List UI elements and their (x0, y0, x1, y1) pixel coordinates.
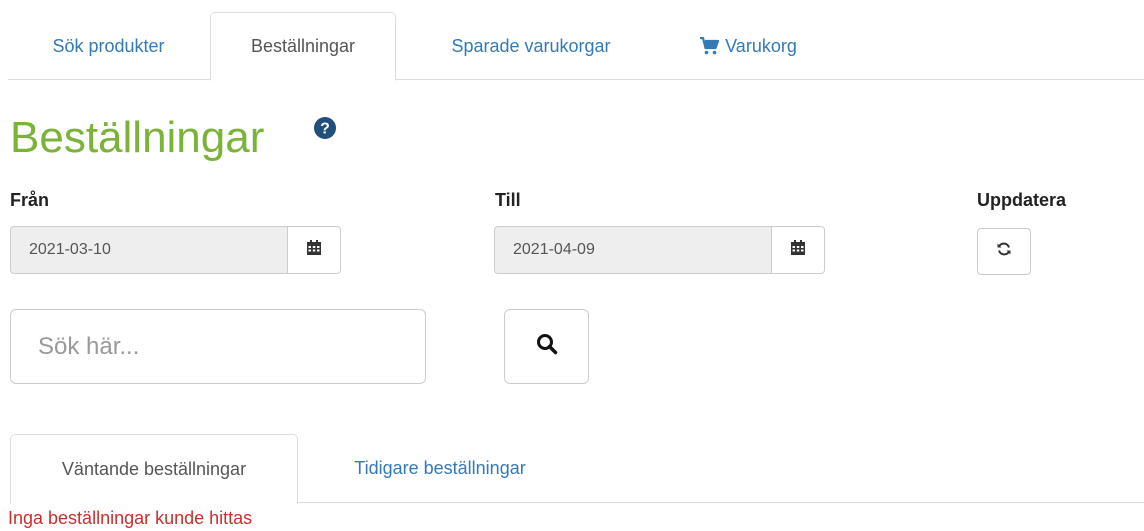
to-calendar-button[interactable] (771, 226, 825, 274)
tab-label: Sparade varukorgar (451, 35, 611, 56)
tab-cart[interactable]: Varukorg (668, 12, 828, 80)
refresh-button[interactable] (977, 228, 1031, 275)
to-date-group: 2021-04-09 (494, 226, 825, 274)
tab-pending-orders[interactable]: Väntande beställningar (10, 434, 298, 504)
question-circle-icon[interactable]: ? (313, 116, 337, 140)
tab-label: Sök produkter (52, 35, 165, 56)
tab-label: Väntande beställningar (61, 458, 247, 479)
to-label: Till (495, 190, 521, 210)
no-orders-message: Inga beställningar kunde hittas (8, 508, 253, 528)
order-tabs: Väntande beställningar Tidigare beställn… (10, 434, 1144, 504)
calendar-icon (791, 240, 805, 260)
svg-text:?: ? (320, 121, 330, 138)
tab-search-products[interactable]: Sök produkter (8, 12, 209, 80)
tab-label: Beställningar (250, 36, 356, 56)
shopping-cart-icon (699, 37, 720, 55)
tab-saved-carts[interactable]: Sparade varukorgar (406, 12, 656, 80)
from-date-input[interactable]: 2021-03-10 (10, 226, 287, 274)
from-date-group: 2021-03-10 (10, 226, 341, 274)
page-title: Beställningar (10, 113, 265, 162)
refresh-icon (996, 241, 1012, 262)
tab-label: Tidigare beställningar (354, 458, 526, 478)
search-button[interactable] (504, 309, 589, 384)
search-icon (536, 333, 558, 360)
from-calendar-button[interactable] (287, 226, 341, 274)
tab-orders[interactable]: Beställningar (210, 12, 396, 81)
main-nav-tabs: Sök produkter Beställningar Sparade varu… (8, 0, 1144, 81)
to-date-input[interactable]: 2021-04-09 (494, 226, 771, 274)
search-input[interactable]: Sök här... (10, 309, 426, 384)
tab-label: Varukorg (725, 35, 797, 56)
from-label: Från (10, 190, 50, 210)
tab-previous-orders[interactable]: Tidigare beställningar (306, 434, 574, 503)
refresh-label: Uppdatera (977, 190, 1067, 210)
calendar-icon (307, 240, 321, 260)
